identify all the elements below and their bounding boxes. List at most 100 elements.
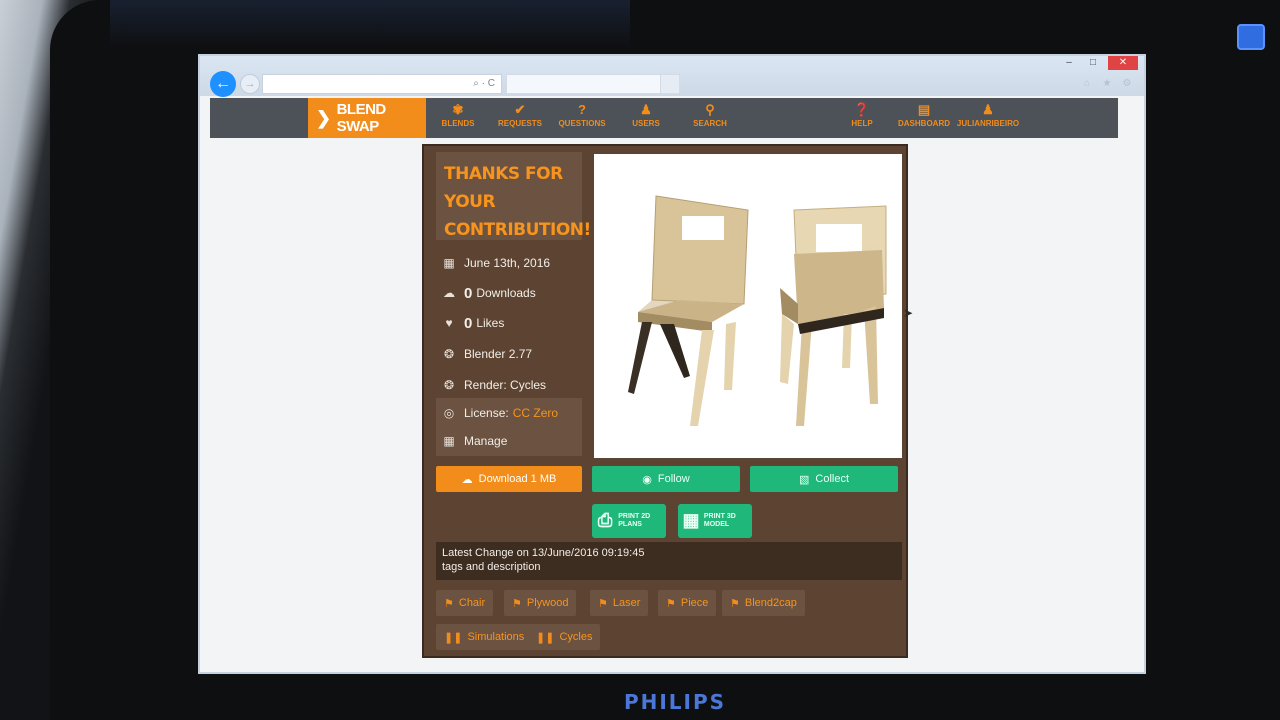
browser-tools: ⌂ ★ ⚙: [1080, 78, 1134, 90]
help-icon: ❓: [853, 102, 871, 117]
tag-label: Laser: [612, 597, 641, 609]
license-row: ◎ License: CC Zero: [436, 398, 582, 428]
download-button[interactable]: ☁ Download 1 MB: [436, 466, 582, 492]
model-preview-image[interactable]: [594, 154, 902, 458]
tag-label: Blend2cap: [744, 597, 797, 609]
site-nav: ❯ BLEND SWAP ✾ BLENDS ✔ REQUESTS ? QUESTION…: [210, 98, 1118, 138]
category-label: Cycles: [559, 631, 593, 643]
manage-text: Manage: [464, 434, 508, 448]
nav-users[interactable]: ♟ USERS: [616, 102, 676, 136]
search-icon: ⚲: [705, 102, 715, 117]
dashboard-icon: ▤: [917, 102, 931, 117]
printer-3d-icon: ▦: [682, 510, 700, 531]
tag-label: Chair: [458, 597, 486, 609]
questions-icon: ?: [578, 102, 586, 117]
collect-button[interactable]: ▧ Collect: [750, 466, 898, 492]
tag-label: Piece: [680, 597, 709, 609]
latest-change-box: Latest Change on 13/June/2016 09:19:45 t…: [436, 542, 902, 580]
back-arrow-icon[interactable]: ←: [210, 71, 236, 97]
render-text: Render: Cycles: [464, 378, 547, 392]
nav-search[interactable]: ⚲ SEARCH: [680, 102, 740, 136]
cloud-download-icon: ☁: [461, 473, 473, 486]
home-icon[interactable]: ⌂: [1080, 78, 1094, 90]
window-controls: – □ ✕: [1060, 56, 1138, 70]
nav-questions[interactable]: ? QUESTIONS: [552, 102, 612, 136]
nav-user[interactable]: ♟ JULIANRIBEIRO: [956, 102, 1020, 136]
downloads-count: 0: [464, 284, 473, 302]
heart-icon: ♥: [445, 316, 453, 330]
browser-tab[interactable]: [506, 74, 680, 94]
date-text: June 13th, 2016: [464, 256, 551, 270]
change-detail-text: tags and description: [442, 561, 541, 573]
tag-label: Plywood: [526, 597, 569, 609]
favorites-icon[interactable]: ★: [1100, 78, 1114, 90]
close-button[interactable]: ✕: [1108, 56, 1138, 70]
tag-piece[interactable]: ⚑ Piece: [658, 590, 717, 616]
license-link[interactable]: CC Zero: [513, 406, 558, 420]
blends-icon: ✾: [452, 102, 464, 117]
monitor-brand: PHILIPS: [623, 690, 727, 714]
nav-help[interactable]: ❓ HELP: [832, 102, 892, 136]
render-icon: ❂: [443, 378, 455, 392]
tag-icon: ⚑: [730, 597, 740, 610]
minimize-button[interactable]: –: [1060, 56, 1078, 70]
print-3d-button[interactable]: ▦ PRINT 3D MODEL: [678, 504, 752, 538]
browser-toolbar: ← → ⌕ · C – □ ✕ ⌂ ★ ⚙: [200, 56, 1144, 97]
category-cycles[interactable]: ❚❚ Cycles: [528, 624, 601, 650]
likes-stat: ♥ 0 Likes: [436, 308, 582, 338]
folder-icon: ▧: [798, 473, 810, 486]
manage-link[interactable]: ▦ Manage: [436, 426, 582, 456]
nav-label: SEARCH: [693, 119, 727, 128]
likes-label: Likes: [476, 316, 505, 330]
tag-icon: ⚑: [598, 597, 608, 610]
blender-version: ❂ Blender 2.77: [436, 339, 582, 369]
tag-icon: ⚑: [666, 597, 676, 610]
print-2d-button[interactable]: ⎙ PRINT 2D PLANS: [592, 504, 666, 538]
nav-dashboard[interactable]: ▤ DASHBOARD: [894, 102, 954, 136]
forward-arrow-icon[interactable]: →: [240, 74, 260, 94]
blend-panel: THANKS FOR YOUR CONTRIBUTION! ▦ June 13t…: [422, 144, 908, 658]
tag-laser[interactable]: ⚑ Laser: [590, 590, 649, 616]
nav-label: USERS: [632, 119, 660, 128]
grid-icon: ▦: [443, 434, 455, 448]
follow-button[interactable]: ◉ Follow: [592, 466, 740, 492]
upload-date: ▦ June 13th, 2016: [436, 248, 582, 278]
category-icon: ❚❚: [444, 631, 463, 644]
tag-icon: ⚑: [444, 597, 454, 610]
category-label: Simulations: [467, 631, 525, 643]
blender-icon: ❂: [443, 347, 455, 361]
category-simulations[interactable]: ❚❚ Simulations: [436, 624, 533, 650]
nav-blends[interactable]: ✾ BLENDS: [428, 102, 488, 136]
nav-label: HELP: [851, 119, 873, 128]
nav-label: REQUESTS: [497, 119, 542, 128]
tag-chair[interactable]: ⚑ Chair: [436, 590, 494, 616]
downloads-stat: ☁ 0 Downloads: [436, 278, 582, 308]
tag-blend2cap[interactable]: ⚑ Blend2cap: [722, 590, 805, 616]
status-light-icon: [1237, 24, 1265, 50]
category-icon: ❚❚: [536, 631, 555, 644]
mouse-cursor-icon: ➤: [903, 306, 914, 320]
maximize-button[interactable]: □: [1084, 56, 1102, 70]
downloads-label: Downloads: [476, 286, 536, 300]
blendswap-logo[interactable]: ❯ BLEND SWAP: [308, 98, 426, 138]
license-icon: ◎: [443, 406, 455, 420]
users-icon: ♟: [640, 102, 652, 117]
nav-label: DASHBOARD: [898, 119, 950, 128]
new-tab-button[interactable]: [660, 74, 680, 94]
thanks-heading: THANKS FOR YOUR CONTRIBUTION!: [436, 152, 591, 240]
address-bar[interactable]: ⌕ · C: [262, 74, 502, 94]
download-label: Download 1 MB: [478, 473, 557, 485]
license-label: License:: [464, 406, 509, 420]
print-2d-label: PRINT 2D PLANS: [618, 513, 651, 528]
nav-label: QUESTIONS: [558, 119, 606, 128]
blender-version-text: Blender 2.77: [464, 347, 533, 361]
calendar-icon: ▦: [443, 256, 455, 270]
gear-icon[interactable]: ⚙: [1120, 78, 1134, 90]
nav-label: JULIANRIBEIRO: [956, 119, 1020, 128]
tag-icon: ⚑: [512, 597, 522, 610]
tag-plywood[interactable]: ⚑ Plywood: [504, 590, 577, 616]
likes-count: 0: [464, 314, 473, 332]
screen: ← → ⌕ · C – □ ✕ ⌂ ★ ⚙ ❯ BLEND SWAP ✾ BLEN…: [198, 54, 1146, 674]
nav-requests[interactable]: ✔ REQUESTS: [490, 102, 550, 136]
requests-icon: ✔: [514, 102, 526, 117]
